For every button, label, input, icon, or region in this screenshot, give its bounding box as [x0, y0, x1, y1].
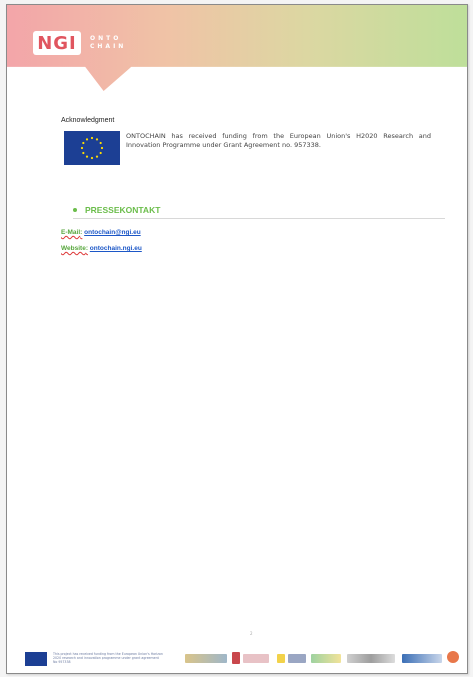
partner-logo-4: [311, 654, 341, 663]
footer-eu-flag-icon: [25, 652, 47, 666]
document-page: NGI ONTO CHAIN Acknowledgment ONTOCHAIN …: [6, 4, 468, 674]
partner-logo-5: [347, 654, 395, 663]
eu-star: [85, 155, 89, 158]
eu-star: [95, 155, 99, 158]
eu-star: [100, 146, 104, 150]
eu-star: [82, 151, 85, 155]
footer-funding-text: This project has received funding from t…: [53, 652, 163, 664]
partner-logo-6: [402, 654, 442, 663]
partner-logo-2-text: [243, 654, 269, 663]
eu-star: [90, 156, 94, 160]
website-label: Website: [61, 245, 86, 252]
partner-logo-3-text: [288, 654, 306, 663]
acknowledgment-title: Acknowledgment: [61, 117, 115, 124]
acknowledgment-text: ONTOCHAIN has received funding from the …: [126, 132, 431, 149]
partner-logo-2-icon: [232, 652, 240, 664]
email-line: E-Mail: ontochain@ngi.eu: [61, 229, 141, 236]
eu-flag-icon: [64, 131, 120, 165]
email-label: E-Mail: [61, 229, 81, 236]
eu-star: [80, 146, 84, 150]
ngi-ontochain-logo: NGI ONTO CHAIN: [33, 31, 126, 55]
eu-star: [99, 141, 102, 145]
partner-logo-3-icon: [277, 654, 285, 663]
email-link[interactable]: ontochain@ngi.eu: [84, 229, 141, 236]
eu-star: [85, 138, 89, 141]
ontochain-logo-wordmark: ONTO CHAIN: [90, 35, 127, 50]
eu-star: [99, 151, 102, 155]
heading-divider: [73, 218, 445, 219]
ngi-logo-mark: NGI: [33, 31, 81, 55]
footer-sponsors: This project has received funding from t…: [7, 645, 467, 671]
partner-logo-1: [185, 654, 227, 663]
eu-star: [90, 136, 94, 140]
bullet-icon: [73, 208, 77, 212]
website-link[interactable]: ontochain.ngi.eu: [90, 245, 142, 252]
press-contact-heading: PRESSEKONTAKT: [73, 205, 160, 215]
page-number: 2: [250, 631, 253, 636]
eu-star: [82, 141, 85, 145]
website-line: Website: ontochain.ngi.eu: [61, 245, 142, 252]
partner-badge-icon: [447, 651, 459, 663]
eu-star: [95, 138, 99, 141]
